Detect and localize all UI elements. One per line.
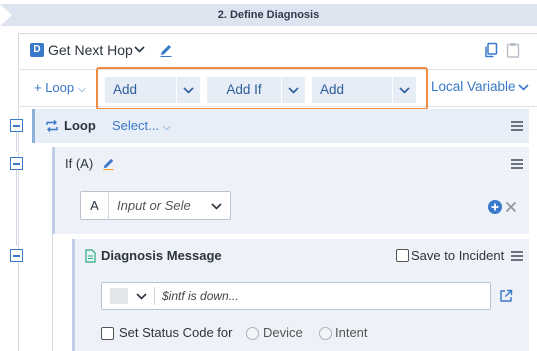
diagnosis-title[interactable]: Get Next Hop — [48, 42, 133, 58]
loop-select-dropdown[interactable]: Select... ⌵ — [112, 118, 171, 133]
loop-label: Loop — [64, 118, 96, 133]
chevron-down-icon[interactable] — [136, 293, 147, 300]
save-to-incident-label: Save to Incident — [411, 248, 505, 263]
collapse-message-toggle[interactable] — [10, 249, 23, 262]
loop-select-label: Select... — [112, 118, 159, 133]
chevron-down-icon[interactable] — [211, 203, 222, 210]
diagnosis-message-title: Diagnosis Message — [101, 248, 222, 263]
loop-row: Loop Select... ⌵ — [32, 109, 529, 143]
chevron-down-icon — [183, 86, 194, 94]
intent-radio-label: Intent — [335, 325, 368, 340]
if-label: If (A) — [65, 156, 94, 171]
condition-letter: A — [81, 192, 109, 219]
close-icon[interactable] — [505, 201, 517, 213]
device-radio[interactable] — [246, 327, 259, 340]
diagnosis-header: D Get Next Hop — [18, 34, 537, 66]
condition-input[interactable]: Input or Sele — [117, 198, 191, 213]
add-loop-dropdown[interactable] — [176, 77, 200, 103]
diagnosis-type-badge: D — [30, 43, 44, 57]
collapse-loop-toggle[interactable] — [10, 119, 23, 132]
add-action-button-group: Add Action — [312, 77, 416, 123]
chevron-down-icon: ⌵ — [78, 84, 86, 95]
device-radio-label: Device — [263, 325, 303, 340]
chevron-down-icon[interactable] — [518, 84, 529, 91]
paste-icon — [506, 43, 520, 58]
message-input-field[interactable]: $intf is down... — [101, 282, 491, 310]
edit-pencil-icon[interactable] — [101, 156, 116, 171]
condition-field[interactable]: A Input or Sele — [80, 191, 231, 220]
add-if-button-group: Add If — [207, 77, 305, 103]
step-banner-label: 2. Define Diagnosis — [217, 9, 320, 21]
message-input[interactable]: $intf is down... — [162, 289, 239, 303]
add-action-button[interactable]: Add Action — [312, 77, 392, 123]
add-if-button[interactable]: Add If — [207, 77, 281, 103]
save-to-incident-checkbox[interactable] — [396, 249, 409, 262]
hamburger-menu-icon[interactable] — [511, 251, 523, 261]
tree-line — [52, 234, 53, 351]
tree-line — [16, 168, 17, 246]
loop-menu-label: + Loop — [34, 80, 75, 95]
add-action-dropdown[interactable] — [392, 77, 416, 103]
open-external-icon[interactable] — [499, 289, 513, 303]
edit-pencil-icon[interactable] — [158, 42, 174, 58]
chevron-down-icon: ⌵ — [162, 122, 171, 133]
document-icon — [85, 249, 96, 263]
input-divider — [154, 287, 155, 305]
add-condition-icon[interactable] — [488, 200, 502, 214]
chevron-down-icon — [288, 86, 299, 94]
copy-icon[interactable] — [484, 42, 498, 58]
step-banner: 2. Define Diagnosis — [0, 0, 537, 30]
hamburger-menu-icon[interactable] — [511, 121, 523, 131]
local-variable-menu[interactable]: Local Variable — [431, 79, 516, 94]
collapse-if-toggle[interactable] — [10, 157, 23, 170]
if-block: If (A) A Input or Sele — [52, 147, 529, 234]
loop-menu[interactable]: + Loop ⌵ — [34, 80, 86, 95]
color-swatch[interactable] — [110, 288, 128, 304]
chevron-down-icon — [399, 86, 410, 94]
intent-radio[interactable] — [319, 327, 332, 340]
add-loop-button[interactable]: Add Loop — [105, 77, 176, 123]
hamburger-menu-icon[interactable] — [511, 159, 523, 169]
add-if-dropdown[interactable] — [281, 77, 305, 103]
add-loop-button-group: Add Loop — [105, 77, 200, 123]
chevron-down-icon[interactable] — [134, 44, 145, 56]
diagnosis-message-block: Diagnosis Message Save to Incident $intf… — [72, 239, 529, 351]
tree-line — [16, 132, 17, 152]
set-status-code-label: Set Status Code for — [119, 325, 233, 340]
loop-icon — [46, 120, 58, 132]
set-status-code-checkbox[interactable] — [101, 327, 114, 340]
